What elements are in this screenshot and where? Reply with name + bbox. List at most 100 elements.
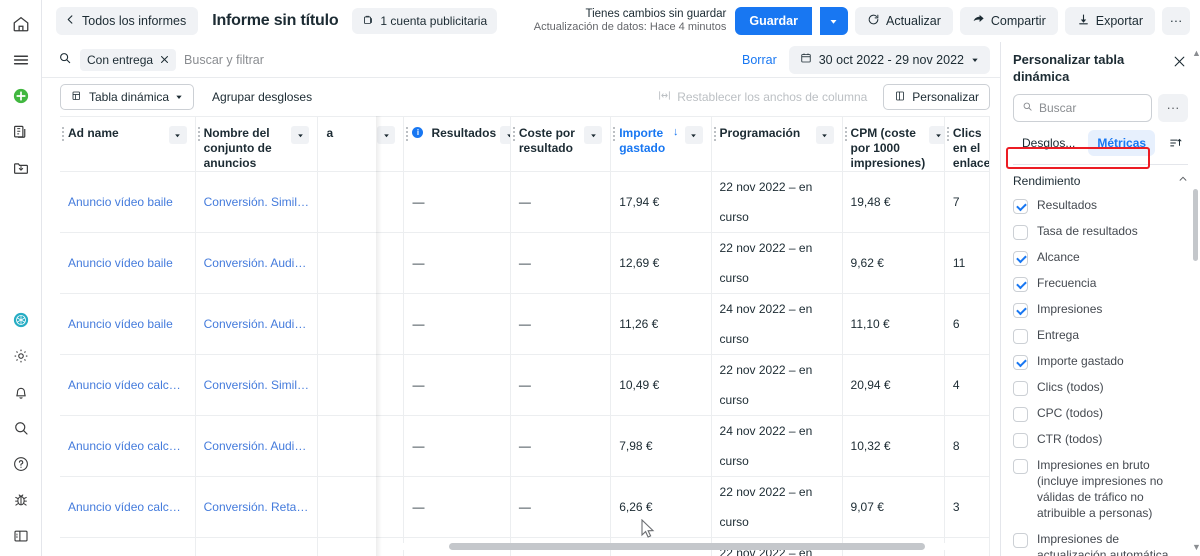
adset-name-link[interactable]: Conversión. Audiencia em...: [204, 431, 310, 461]
ad-name-link[interactable]: Anuncio vídeo baile: [68, 248, 187, 278]
search-and-filter-field[interactable]: Con entrega Buscar y filtrar: [52, 46, 734, 74]
metric-item[interactable]: Importe gastado: [1013, 349, 1188, 375]
table-row[interactable]: Anuncio vídeo calcetines Conversión. Aud…: [60, 416, 990, 477]
clear-filters-link[interactable]: Borrar: [742, 53, 777, 67]
checkbox[interactable]: [1013, 433, 1028, 448]
adset-name-link[interactable]: Conversión. Retargeting 6...: [204, 492, 310, 522]
checkbox[interactable]: [1013, 381, 1028, 396]
ad-name-link[interactable]: Anuncio vídeo baile: [68, 187, 187, 217]
metric-item[interactable]: Alcance: [1013, 245, 1188, 271]
sort-descending-icon[interactable]: ↓: [673, 126, 679, 138]
bug-icon[interactable]: [5, 484, 37, 516]
column-header-partial[interactable]: a: [318, 117, 404, 172]
export-button[interactable]: Exportar: [1065, 7, 1155, 35]
checkbox[interactable]: [1013, 355, 1028, 370]
filter-token-con-entrega[interactable]: Con entrega: [80, 49, 176, 71]
column-menu-button[interactable]: [929, 126, 944, 144]
column-header-importe-gastado[interactable]: Importe gastado ↓: [611, 117, 711, 172]
cell-ad-name[interactable]: Anuncio vídeo baile: [60, 233, 195, 294]
column-resize-handle[interactable]: [613, 127, 616, 141]
cell-adset-name[interactable]: Conversión. Audiencia em...: [195, 233, 318, 294]
customize-button[interactable]: Personalizar: [883, 84, 990, 110]
column-menu-button[interactable]: [816, 126, 834, 144]
checkbox[interactable]: [1013, 407, 1028, 422]
tab-desgloses[interactable]: Desglos...: [1013, 130, 1084, 156]
date-range-picker[interactable]: 30 oct 2022 - 29 nov 2022: [789, 46, 990, 74]
cell-ad-name[interactable]: Anuncio vídeo calcetines: [60, 416, 195, 477]
adset-name-link[interactable]: Conversión. Similar 1-3%. ...: [204, 370, 310, 400]
column-header-cpm[interactable]: CPM (coste por 1000 impresiones): [842, 117, 944, 172]
gear-icon[interactable]: [5, 340, 37, 372]
search-input-placeholder[interactable]: Buscar y filtrar: [184, 53, 264, 67]
checkbox[interactable]: [1013, 533, 1028, 548]
metric-item[interactable]: Resultados: [1013, 193, 1188, 219]
checkbox[interactable]: [1013, 303, 1028, 318]
metric-item[interactable]: Impresiones en bruto (incluye impresione…: [1013, 453, 1188, 527]
metric-item[interactable]: CTR (todos): [1013, 427, 1188, 453]
metric-item[interactable]: Impresiones de actualización automática: [1013, 527, 1188, 556]
column-header-coste-por-resultado[interactable]: Coste por resultado: [510, 117, 610, 172]
download-folder-icon[interactable]: [5, 152, 37, 184]
meta-logo-icon[interactable]: [5, 304, 37, 336]
ad-name-link[interactable]: Anuncio vídeo calcetines: [68, 492, 187, 522]
search-icon[interactable]: [5, 412, 37, 444]
back-to-all-reports-button[interactable]: Todos los informes: [56, 7, 198, 35]
bell-icon[interactable]: [5, 376, 37, 408]
cell-ad-name[interactable]: Anuncio vídeo baile: [60, 538, 195, 556]
cell-ad-name[interactable]: Anuncio vídeo baile: [60, 172, 195, 233]
group-breakdowns-button[interactable]: Agrupar desgloses: [202, 84, 322, 110]
cell-ad-name[interactable]: Anuncio vídeo baile: [60, 294, 195, 355]
share-button[interactable]: Compartir: [960, 7, 1058, 35]
cell-adset-name[interactable]: Conversión. Audiencia em...: [195, 294, 318, 355]
cell-ad-name[interactable]: Anuncio vídeo calcetines: [60, 477, 195, 538]
remove-filter-icon[interactable]: [160, 53, 169, 67]
metric-item[interactable]: Tasa de resultados: [1013, 219, 1188, 245]
column-menu-button[interactable]: [291, 126, 309, 144]
column-menu-button[interactable]: [500, 126, 510, 144]
metric-group-rendimiento[interactable]: Rendimiento: [1001, 171, 1200, 191]
column-header-programacion[interactable]: Programación: [711, 117, 842, 172]
column-header-clics-enlace[interactable]: Clics en el enlace: [944, 117, 989, 172]
column-header-ad-name[interactable]: Ad name: [60, 117, 195, 172]
column-menu-button[interactable]: [377, 126, 395, 144]
create-icon[interactable]: [5, 80, 37, 112]
metric-item[interactable]: Frecuencia: [1013, 271, 1188, 297]
ad-name-link[interactable]: Anuncio vídeo baile: [68, 309, 187, 339]
scrollbar-thumb[interactable]: [1193, 189, 1198, 261]
refresh-button[interactable]: Actualizar: [855, 7, 953, 35]
metric-item[interactable]: Clics (todos): [1013, 375, 1188, 401]
column-resize-handle[interactable]: [198, 127, 201, 141]
table-row[interactable]: Anuncio vídeo baile Conversión. Audienci…: [60, 294, 990, 355]
panel-search-input[interactable]: Buscar: [1013, 94, 1152, 122]
tab-metricas[interactable]: Métricas: [1088, 130, 1155, 156]
panel-toggle-icon[interactable]: [5, 520, 37, 552]
adset-name-link[interactable]: Conversión. Audiencia em...: [204, 248, 310, 278]
save-button[interactable]: Guardar: [735, 7, 812, 35]
column-resize-handle[interactable]: [845, 127, 848, 141]
table-row[interactable]: Anuncio vídeo calcetines Conversión. Sim…: [60, 355, 990, 416]
metric-item[interactable]: Impresiones: [1013, 297, 1188, 323]
ad-name-link[interactable]: Anuncio vídeo calcetines: [68, 431, 187, 461]
column-header-adset-name[interactable]: Nombre del conjunto de anuncios: [195, 117, 318, 172]
table-row[interactable]: Anuncio vídeo baile Conversión. Similar …: [60, 172, 990, 233]
home-icon[interactable]: [5, 8, 37, 40]
sort-list-icon[interactable]: [1164, 131, 1188, 155]
table-horizontal-scrollbar[interactable]: [390, 543, 984, 550]
column-header-resultados[interactable]: i Resultados: [404, 117, 510, 172]
save-options-button[interactable]: [820, 7, 848, 35]
cell-adset-name[interactable]: Conversión. Retargeting 6...: [195, 477, 318, 538]
reset-column-widths-button[interactable]: Restablecer los anchos de columna: [648, 84, 877, 110]
panel-more-button[interactable]: ···: [1158, 94, 1188, 122]
scroll-up-icon[interactable]: ▲: [1192, 48, 1200, 58]
adset-name-link[interactable]: Conversión. Similar 1-3%. ...: [204, 187, 310, 217]
column-resize-handle[interactable]: [62, 127, 65, 141]
adset-name-link[interactable]: Conversión. Audiencia em...: [204, 309, 310, 339]
panel-scrollbar[interactable]: ▲ ▼: [1193, 94, 1198, 548]
scroll-down-icon[interactable]: ▼: [1192, 542, 1200, 552]
cell-adset-name[interactable]: Conversión. Similar 1-3%. ...: [195, 172, 318, 233]
column-resize-handle[interactable]: [513, 127, 516, 141]
column-menu-button[interactable]: [169, 126, 187, 144]
cell-adset-name[interactable]: Conversión. Audiencia em...: [195, 416, 318, 477]
metric-item[interactable]: CPC (todos): [1013, 401, 1188, 427]
checkbox[interactable]: [1013, 225, 1028, 240]
